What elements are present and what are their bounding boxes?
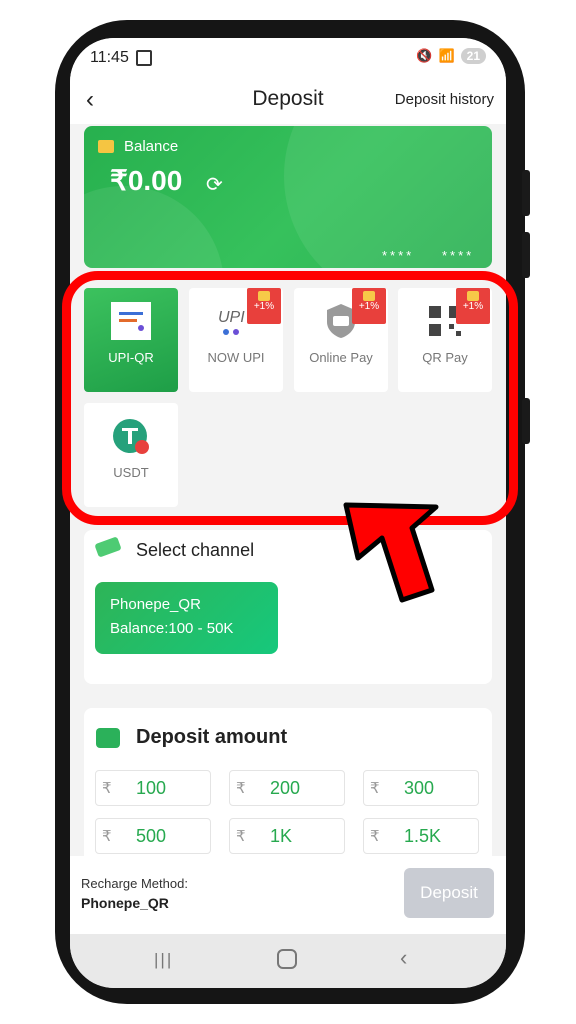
- annotation-arrow-icon: [343, 502, 439, 603]
